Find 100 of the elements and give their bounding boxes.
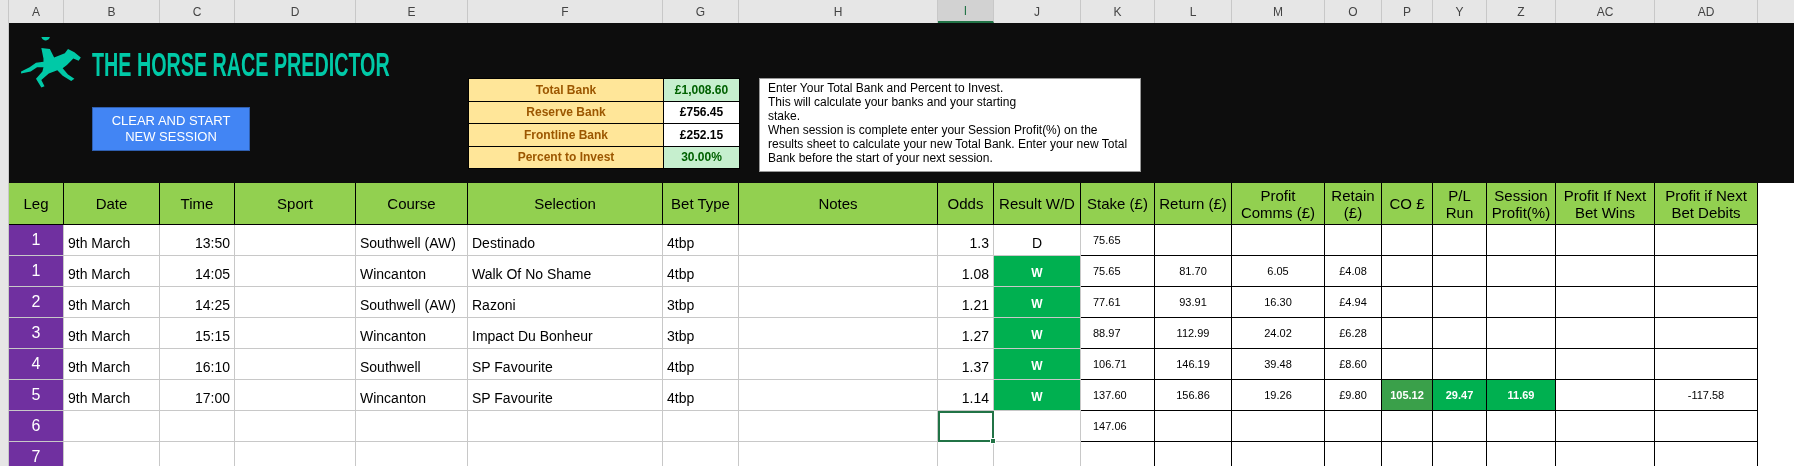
table-cell: SP Favourite [468,380,663,411]
table-cell: 147.06 [1081,411,1155,442]
app-title: THE HORSE RACE PREDICTOR [92,47,390,81]
table-cell: 13:50 [160,225,235,256]
table-cell: 39.48 [1232,349,1325,380]
table-cell: 9th March [64,349,160,380]
column-header: Notes [739,183,938,225]
table-cell: 11.69 [1487,380,1556,411]
table-cell: Wincanton [356,256,468,287]
table-cell: 6.05 [1232,256,1325,287]
table-cell: 17:00 [160,380,235,411]
bank-label: Total Bank [469,79,664,101]
result-cell: W [994,287,1081,318]
table-cell: 14:05 [160,256,235,287]
table-cell: Southwell (AW) [356,225,468,256]
table-cell: Walk Of No Shame [468,256,663,287]
table-cell: 16.30 [1232,287,1325,318]
table-cell: 81.70 [1155,256,1232,287]
table-cell: 106.71 [1081,349,1155,380]
table-cell: 9th March [64,380,160,411]
table-cell: 146.19 [1155,349,1232,380]
table-cell: 16:10 [160,349,235,380]
table-cell: £4.94 [1325,287,1382,318]
column-header: Session Profit(%) [1487,183,1556,225]
leg-number: 4 [9,349,64,380]
table-cell: 77.61 [1081,287,1155,318]
column-header: Time [160,183,235,225]
table-cell: 4tbp [663,349,739,380]
clear-session-button[interactable]: CLEAR AND START NEW SESSION [92,107,250,151]
table-cell: Destinado [468,225,663,256]
column-header: Date [64,183,160,225]
bank-value[interactable]: £756.45 [664,101,739,123]
active-cell[interactable] [938,411,994,442]
leg-number: 3 [9,318,64,349]
column-header: Return (£) [1155,183,1232,225]
table-cell: -117.58 [1655,380,1758,411]
column-header: Sport [235,183,356,225]
table-cell: Wincanton [356,380,468,411]
table-cell: 15:15 [160,318,235,349]
result-cell: W [994,256,1081,287]
column-header: Selection [468,183,663,225]
bank-value[interactable]: £252.15 [664,124,739,146]
table-cell: £8.60 [1325,349,1382,380]
bank-value[interactable]: 30.00% [664,146,739,168]
column-header: Profit If Next Bet Wins [1556,183,1655,225]
result-cell: W [994,380,1081,411]
table-cell: 75.65 [1081,256,1155,287]
table-cell: 9th March [64,287,160,318]
table-cell: 137.60 [1081,380,1155,411]
bank-value[interactable]: £1,008.60 [664,79,739,101]
table-cell: 105.12 [1382,380,1433,411]
column-header: CO £ [1382,183,1433,225]
column-header: Odds [938,183,994,225]
bank-label: Percent to Invest [469,146,664,168]
table-cell: Southwell (AW) [356,287,468,318]
table-cell: £6.28 [1325,318,1382,349]
table-cell: 112.99 [1155,318,1232,349]
table-cell: Southwell [356,349,468,380]
column-header: Bet Type [663,183,739,225]
table-cell: 156.86 [1155,380,1232,411]
column-header: Result W/D [994,183,1081,225]
table-cell: 4tbp [663,225,739,256]
bank-label: Frontline Bank [469,124,664,146]
column-header: Stake (£) [1081,183,1155,225]
leg-number: 1 [9,256,64,287]
leg-number: 7 [9,442,64,466]
column-header: Profit if Next Bet Debits [1655,183,1758,225]
table-cell: Wincanton [356,318,468,349]
column-header: Retain (£) [1325,183,1382,225]
column-header: Profit Comms (£) [1232,183,1325,225]
leg-number: 5 [9,380,64,411]
result-cell: W [994,349,1081,380]
table-cell: 4tbp [663,380,739,411]
table-cell: Impact Du Bonheur [468,318,663,349]
table-cell: 9th March [64,318,160,349]
column-header: Course [356,183,468,225]
empty-cell [1325,225,1382,256]
table-cell: 29.47 [1433,380,1487,411]
table-cell: 24.02 [1232,318,1325,349]
table-cell: 9th March [64,256,160,287]
table-cell: Razoni [468,287,663,318]
leg-number: 1 [9,225,64,256]
result-cell: W [994,318,1081,349]
table-cell: 3tbp [663,318,739,349]
table-cell: 14:25 [160,287,235,318]
result-cell: D [994,225,1081,256]
table-cell: SP Favourite [468,349,663,380]
column-letter[interactable]: I [938,0,994,23]
table-cell: 19.26 [1232,380,1325,411]
instructions-text: Enter Your Total Bank and Percent to Invest. This will calculate your banks and your starting stake. When session is complete enter your Session Profit(%) on the results sheet to calculate your new Total Bank. Enter your new Total Bank before the start of your next session. [759,78,1141,172]
table-cell: 4tbp [663,256,739,287]
column-header: Leg [9,183,64,225]
bank-label: Reserve Bank [469,101,664,123]
table-cell: 75.65 [1081,225,1155,256]
table-cell: 88.97 [1081,318,1155,349]
table-cell: £4.08 [1325,256,1382,287]
table-cell: 3tbp [663,287,739,318]
leg-number: 2 [9,287,64,318]
table-cell: 9th March [64,225,160,256]
leg-number: 6 [9,411,64,442]
